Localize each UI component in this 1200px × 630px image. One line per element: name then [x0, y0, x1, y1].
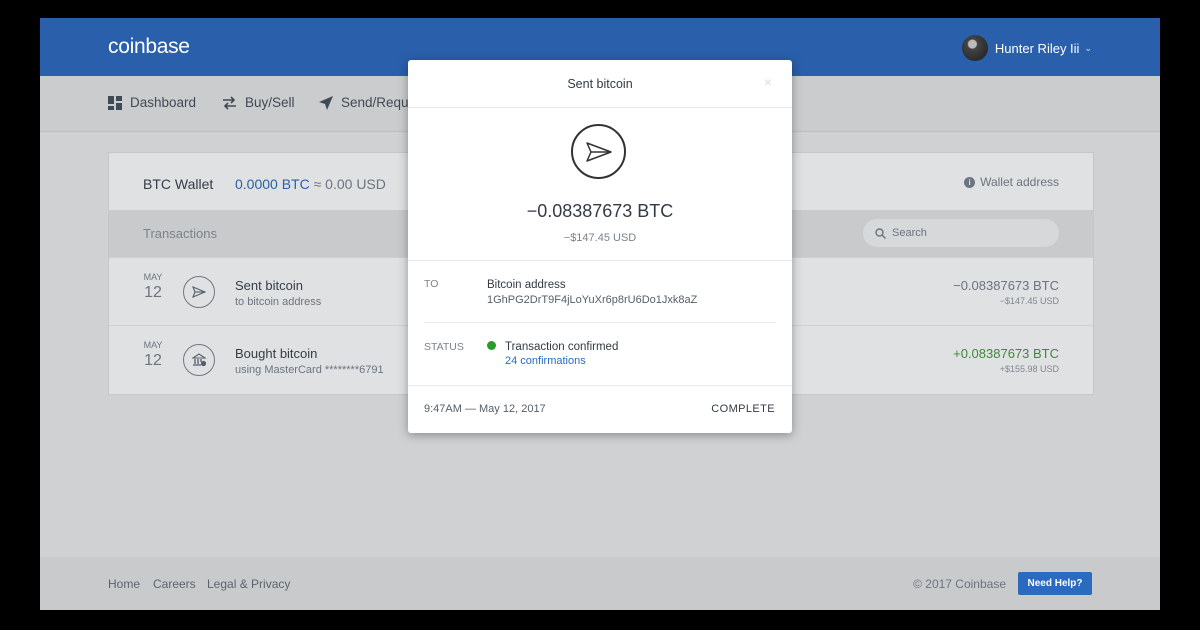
modal-to-section: TO Bitcoin address 1GhPG2DrT9F4jLoYuXr6p… [424, 278, 776, 323]
transaction-time: 9:47AM — May 12, 2017 [424, 403, 546, 415]
transactions-title: Transactions [143, 226, 217, 241]
need-help-button[interactable]: Need Help? [1018, 572, 1092, 595]
tx-amount: −0.08387673 BTC −$147.45 USD [953, 278, 1059, 306]
tx-description: Sent bitcoin to bitcoin address [235, 278, 321, 308]
modal-status-section: STATUS Transaction confirmed 24 confirma… [424, 341, 776, 381]
transaction-modal: Sent bitcoin × −0.08387673 BTC −$147.45 … [408, 60, 792, 433]
modal-amount-usd: −$147.45 USD [563, 232, 637, 244]
coinbase-logo[interactable]: coinbase [108, 35, 190, 59]
search-placeholder: Search [892, 227, 927, 239]
modal-amount-btc: −0.08387673 BTC [526, 201, 674, 221]
footer: Home Careers Legal & Privacy © 2017 Coin… [40, 557, 1160, 610]
modal-header: Sent bitcoin × [408, 60, 792, 108]
modal-footer: 9:47AM — May 12, 2017 COMPLETE [408, 385, 792, 434]
status-dot-icon [487, 341, 496, 350]
tx-date: MAY 12 [143, 272, 163, 302]
to-title: Bitcoin address [487, 279, 566, 291]
tx-amount-usd: +$155.98 USD [999, 364, 1059, 374]
footer-link-careers[interactable]: Careers [153, 577, 196, 591]
footer-link-home[interactable]: Home [108, 577, 140, 591]
tx-subtitle: to bitcoin address [235, 296, 322, 308]
tx-amount-btc: −0.08387673 BTC [953, 278, 1059, 293]
transaction-state: COMPLETE [711, 403, 775, 415]
tx-amount-btc: +0.08387673 BTC [953, 346, 1059, 361]
status-text: Transaction confirmed [505, 341, 619, 353]
wallet-balance-usd: ≈ 0.00 USD [313, 176, 386, 192]
dashboard-icon [108, 95, 122, 110]
tx-month: MAY [143, 340, 163, 350]
wallet-balance: 0.0000 BTC ≈ 0.00 USD [235, 176, 386, 192]
nav-send-request[interactable]: Send/Requ [319, 95, 409, 110]
avatar [961, 35, 988, 61]
wallet-name: BTC Wallet [143, 176, 214, 192]
tx-title: Sent bitcoin [235, 278, 303, 293]
user-menu[interactable]: Hunter Riley Iii ⌄ [961, 35, 1092, 61]
bitcoin-address: 1GhPG2DrT9F4jLoYuXr6p8rU6Do1Jxk8aZ [487, 294, 698, 306]
modal-title: Sent bitcoin [567, 77, 633, 91]
nav-buy-sell[interactable]: Buy/Sell [222, 95, 295, 110]
confirmations-link[interactable]: 24 confirmations [505, 355, 618, 367]
tx-subtitle: using MasterCard ********6791 [235, 364, 384, 376]
wallet-address-link[interactable]: i Wallet address [964, 175, 1059, 189]
send-icon [571, 124, 626, 179]
info-icon: i [964, 176, 976, 188]
nav-send-request-label: Send/Requ [341, 95, 409, 110]
tx-day: 12 [144, 284, 162, 301]
status-title: Transaction confirmed [487, 341, 618, 353]
search-icon [875, 227, 886, 239]
nav-dashboard-label: Dashboard [130, 95, 197, 110]
wallet-balance-btc: 0.0000 BTC [235, 176, 310, 192]
to-label: TO [424, 278, 439, 290]
footer-link-legal[interactable]: Legal & Privacy [207, 577, 290, 591]
swap-arrows-icon [223, 95, 236, 110]
tx-description: Bought bitcoin using MasterCard ********… [235, 346, 384, 376]
wallet-address-label: Wallet address [980, 175, 1059, 189]
send-arrow-icon [319, 95, 333, 110]
tx-amount-usd: −$147.45 USD [999, 296, 1059, 306]
user-name: Hunter Riley Iii [994, 40, 1080, 56]
tx-date: MAY 12 [143, 340, 163, 370]
close-icon[interactable]: × [764, 74, 772, 90]
send-icon [183, 276, 215, 308]
modal-amount-section: −0.08387673 BTC −$147.45 USD [408, 108, 792, 261]
nav-dashboard[interactable]: Dashboard [108, 95, 196, 110]
chevron-down-icon: ⌄ [1084, 42, 1092, 53]
bank-icon [183, 344, 215, 376]
copyright: © 2017 Coinbase [913, 577, 1006, 591]
nav-buy-sell-label: Buy/Sell [245, 95, 295, 110]
search-input[interactable]: Search [863, 219, 1059, 247]
tx-title: Bought bitcoin [235, 346, 318, 361]
tx-day: 12 [144, 352, 162, 369]
status-label: STATUS [424, 341, 464, 353]
tx-month: MAY [143, 272, 163, 282]
tx-amount: +0.08387673 BTC +$155.98 USD [953, 346, 1059, 374]
